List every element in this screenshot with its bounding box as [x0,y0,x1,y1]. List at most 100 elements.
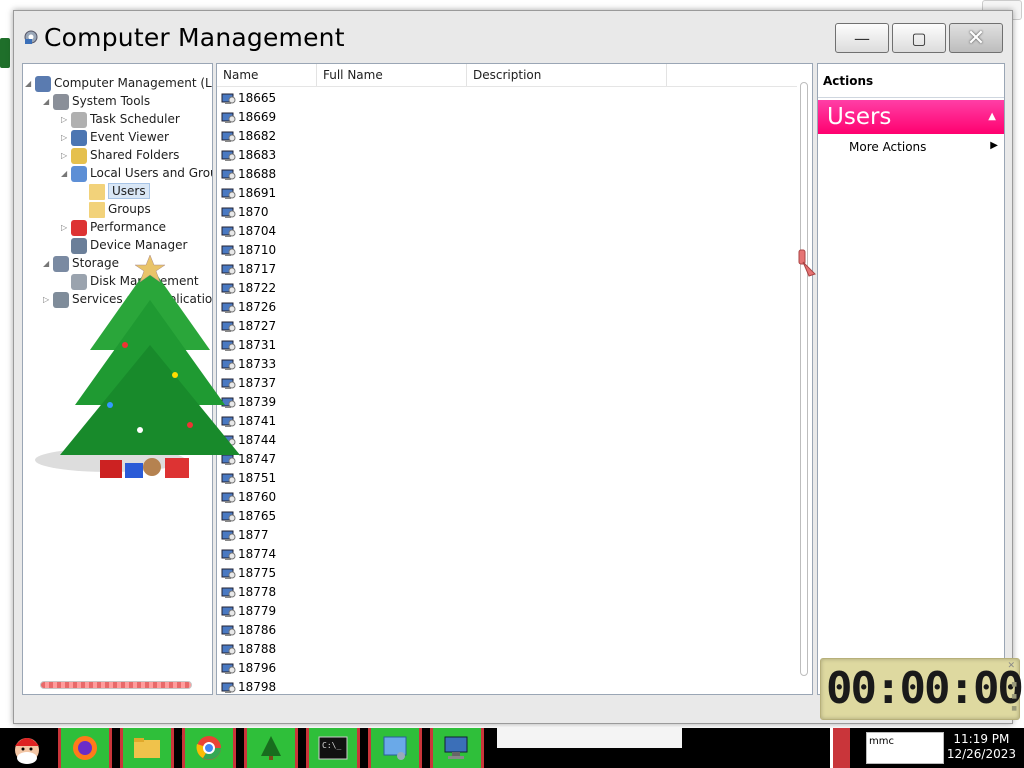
tree-item-groups[interactable]: Groups [79,200,151,218]
actions-header: Actions [818,64,1004,98]
tree-item-users[interactable]: Users [79,182,150,200]
taskbar-chrome[interactable] [182,728,236,768]
tray-label: mmc [869,736,894,747]
user-row[interactable]: 18779 [221,602,276,621]
tree-item-performance[interactable]: ▷ Performance [61,218,166,236]
maximize-button[interactable]: ▢ [892,23,946,53]
stopwatch-widget[interactable]: 00:00:00 ✕ ■ ■ ■ [820,658,1024,720]
progress-scroll-bar [40,681,192,689]
column-header-name[interactable]: Name [217,64,317,86]
tree-item-task-scheduler[interactable]: ▷ Task Scheduler [61,110,180,128]
user-name: 18665 [238,91,277,105]
tree-item-device-manager[interactable]: Device Manager [61,236,187,254]
expanded-arrow-icon[interactable]: ◢ [25,75,35,93]
user-row[interactable]: 1870 [221,203,269,222]
santa-icon [15,738,39,764]
collapsed-arrow-icon[interactable]: ▷ [61,129,71,147]
system-tray-popup[interactable]: mmc [866,732,944,764]
user-row[interactable]: 18691 [221,184,276,203]
user-row[interactable]: 18665 [221,89,276,108]
tree-item-computer-management-local[interactable]: ◢ Computer Management (Local [25,74,212,93]
user-name: 18682 [238,129,277,143]
user-account-icon [221,169,236,180]
user-row[interactable]: 18682 [221,127,276,146]
tree-item-label: Device Manager [90,238,188,252]
taskbar-clock[interactable]: 11:19 PM 12/26/2023 [947,732,1016,762]
collapsed-arrow-icon[interactable]: ▷ [61,111,71,129]
minimize-icon: — [854,28,870,48]
tree-item-label: Performance [90,220,167,234]
collapsed-arrow-icon[interactable]: ▷ [61,219,71,237]
computer-management-icon [24,30,38,44]
user-name: 18688 [238,167,277,181]
vertical-scrollbar[interactable] [800,82,808,676]
tree-item-event-viewer[interactable]: ▷ Event Viewer [61,128,169,146]
user-row[interactable]: 18688 [221,165,276,184]
user-name: 18669 [238,110,277,124]
taskbar-firefox[interactable] [58,728,112,768]
user-name: 18765 [238,509,277,523]
user-account-icon [221,587,236,598]
taskbar-command-prompt[interactable]: C:\_ [306,728,360,768]
tray-divider [830,728,850,768]
user-account-icon [221,131,236,142]
taskbar-file-explorer[interactable] [120,728,174,768]
tree-item-label: Groups [108,202,151,216]
device-manager-icon [71,237,87,254]
expanded-arrow-icon[interactable]: ◢ [43,93,53,111]
user-row[interactable]: 18774 [221,545,276,564]
user-row[interactable]: 18765 [221,507,276,526]
widget-side-controls[interactable]: ■ ■ ■ [1011,679,1017,715]
user-row[interactable]: 18669 [221,108,276,127]
column-header-description[interactable]: Description [467,64,667,86]
clock-icon [71,111,87,128]
minimize-button[interactable]: — [835,23,889,53]
computer-icon [444,736,468,759]
user-account-icon [221,606,236,617]
taskbar: ols C:\_ mmc 11:19 PM 12/26/2023 [0,728,1024,768]
column-header-full-name[interactable]: Full Name [317,64,467,86]
widget-close-icon[interactable]: ✕ [1007,661,1015,671]
taskbar-christmas-tree[interactable] [244,728,298,768]
user-row[interactable]: 1877 [221,526,269,545]
user-row[interactable]: 18786 [221,621,276,640]
user-name: 18683 [238,148,277,162]
tree-item-label: Event Viewer [90,130,169,144]
close-icon: ✕ [966,25,986,51]
close-button[interactable]: ✕ [949,23,1003,53]
computer-management-icon [35,75,51,92]
chrome-icon [196,736,221,760]
user-row[interactable]: 18778 [221,583,276,602]
user-name: 18796 [238,661,277,675]
users-list: Name Full Name Description 18665 18669 186… [216,63,813,695]
user-account-icon [221,549,236,560]
start-button[interactable] [2,728,52,768]
performance-icon [71,219,87,236]
tree-item-local-users-and-groups[interactable]: ◢ Local Users and Groups [61,164,212,183]
actions-section-users[interactable]: Users ▲ [818,100,1004,134]
user-account-icon [221,112,236,123]
svg-text:C:\_: C:\_ [322,741,341,750]
desktop-edge [0,38,10,68]
user-account-icon [221,568,236,579]
collapse-up-icon[interactable]: ▲ [988,100,996,134]
title-bar[interactable]: Computer Management — ▢ ✕ [14,11,1012,63]
user-row[interactable]: 18704 [221,222,276,241]
user-row[interactable]: 18775 [221,564,276,583]
more-actions-item[interactable]: More Actions [849,140,926,154]
user-row[interactable]: 18796 [221,659,276,678]
user-row[interactable]: 18798 [221,678,276,694]
user-account-icon [221,530,236,541]
user-row[interactable]: 18788 [221,640,276,659]
tree-item-system-tools[interactable]: ◢ System Tools [43,92,150,110]
user-row[interactable]: 18683 [221,146,276,165]
user-name: 1877 [238,528,269,542]
expanded-arrow-icon[interactable]: ◢ [61,165,71,183]
tree-item-shared-folders[interactable]: ▷ Shared Folders [61,146,179,164]
collapsed-arrow-icon[interactable]: ▷ [61,147,71,165]
user-account-icon [221,682,236,693]
taskbar-computer-management[interactable] [430,728,484,768]
taskbar-control-panel[interactable] [368,728,422,768]
tree-item-label: Users [108,183,150,199]
christmas-tree-decoration [35,255,240,478]
